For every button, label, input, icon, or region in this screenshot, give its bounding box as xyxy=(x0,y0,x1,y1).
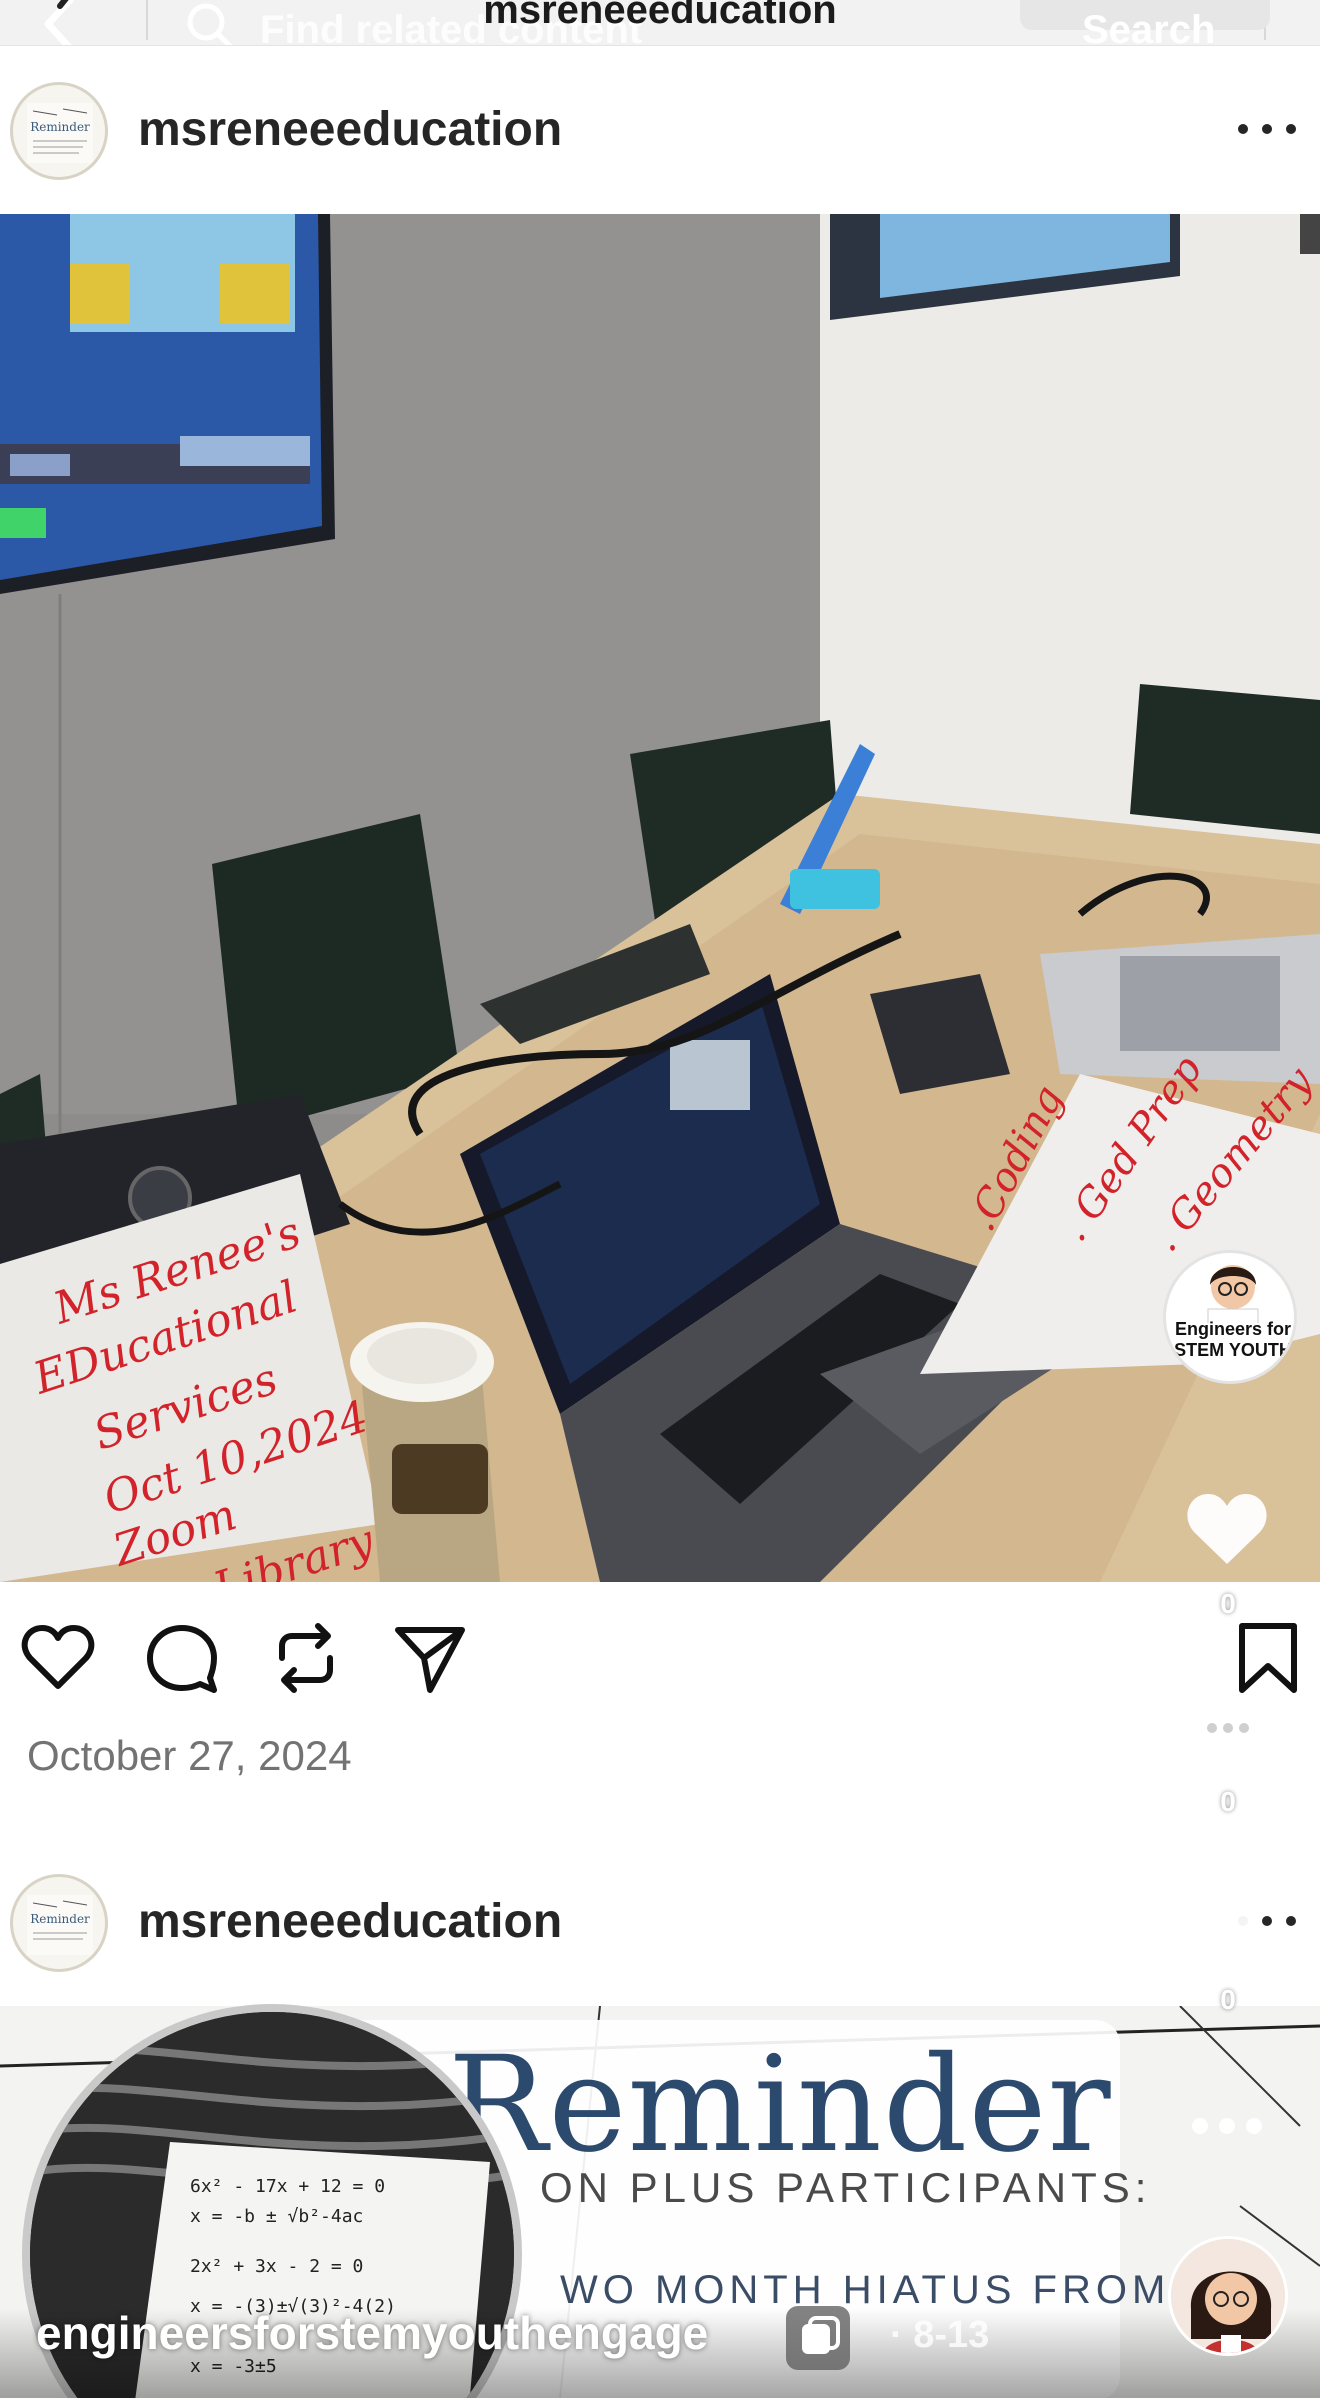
post-action-bar xyxy=(0,1620,1320,1700)
heart-icon[interactable] xyxy=(1184,1488,1270,1568)
svg-text:Reminder: Reminder xyxy=(30,120,90,134)
promo-label: Engineers for STEM YOUTH xyxy=(1174,1319,1292,1360)
copy-icon[interactable] xyxy=(786,2306,850,2370)
top-search-bar: Find related content Search msreneeeduca… xyxy=(0,0,1320,46)
repost-icon[interactable] xyxy=(268,1620,344,1696)
bookmark-icon[interactable] xyxy=(1192,1888,1264,1968)
send-icon[interactable] xyxy=(392,1620,468,1696)
reminder-thumbnail-icon: Reminder xyxy=(27,1895,93,1955)
avatar[interactable]: Reminder xyxy=(10,1874,108,1972)
more-horizontal-icon[interactable] xyxy=(1190,2114,1264,2138)
reminder-line-1: ON PLUS PARTICIPANTS: xyxy=(540,2164,1152,2211)
svg-text:2x² + 3x - 2 = 0: 2x² + 3x - 2 = 0 xyxy=(190,2256,363,2277)
account-handle[interactable]: engineersforstemyouthengage xyxy=(36,2306,708,2360)
svg-text:6x² - 17x + 12 = 0: 6x² - 17x + 12 = 0 xyxy=(190,2176,385,2197)
comment-count: 0 xyxy=(1220,1786,1236,1817)
post-username[interactable]: msreneeeducation xyxy=(138,102,562,157)
reminder-title: Reminder xyxy=(448,2028,1112,2182)
post-photo[interactable]: Ms Renee's EDucational Services Oct 10,2… xyxy=(0,214,1320,1582)
svg-text:Reminder: Reminder xyxy=(30,1912,90,1926)
like-count: 0 xyxy=(1220,1588,1236,1619)
avatar[interactable]: Reminder xyxy=(10,82,108,180)
classroom-photo: Ms Renee's EDucational Services Oct 10,2… xyxy=(0,214,1320,1582)
promo-avatar[interactable]: Engineers for STEM YOUTH xyxy=(1163,1250,1297,1384)
page-title: msreneeeducation xyxy=(483,0,837,32)
save-count: 0 xyxy=(1220,1984,1236,2015)
post-username[interactable]: msreneeeducation xyxy=(138,1894,562,1949)
heart-icon[interactable] xyxy=(20,1620,96,1696)
post-date: October 27, 2024 xyxy=(27,1732,352,1779)
reminder-thumbnail-icon: Reminder xyxy=(27,103,93,163)
bottom-date-fragment: · 8-13 xyxy=(890,2314,990,2356)
svg-text:x = -b ± √b²-4ac: x = -b ± √b²-4ac xyxy=(190,2206,363,2227)
bookmark-icon[interactable] xyxy=(1230,1620,1306,1696)
post-header-2: Reminder msreneeeducation xyxy=(0,1858,1320,1988)
post-header: Reminder msreneeeducation xyxy=(0,64,1320,194)
user-avatar[interactable] xyxy=(1168,2236,1288,2356)
comment-icon[interactable] xyxy=(1184,1690,1272,1774)
more-options-button[interactable] xyxy=(1236,108,1300,148)
comment-icon[interactable] xyxy=(144,1620,220,1696)
